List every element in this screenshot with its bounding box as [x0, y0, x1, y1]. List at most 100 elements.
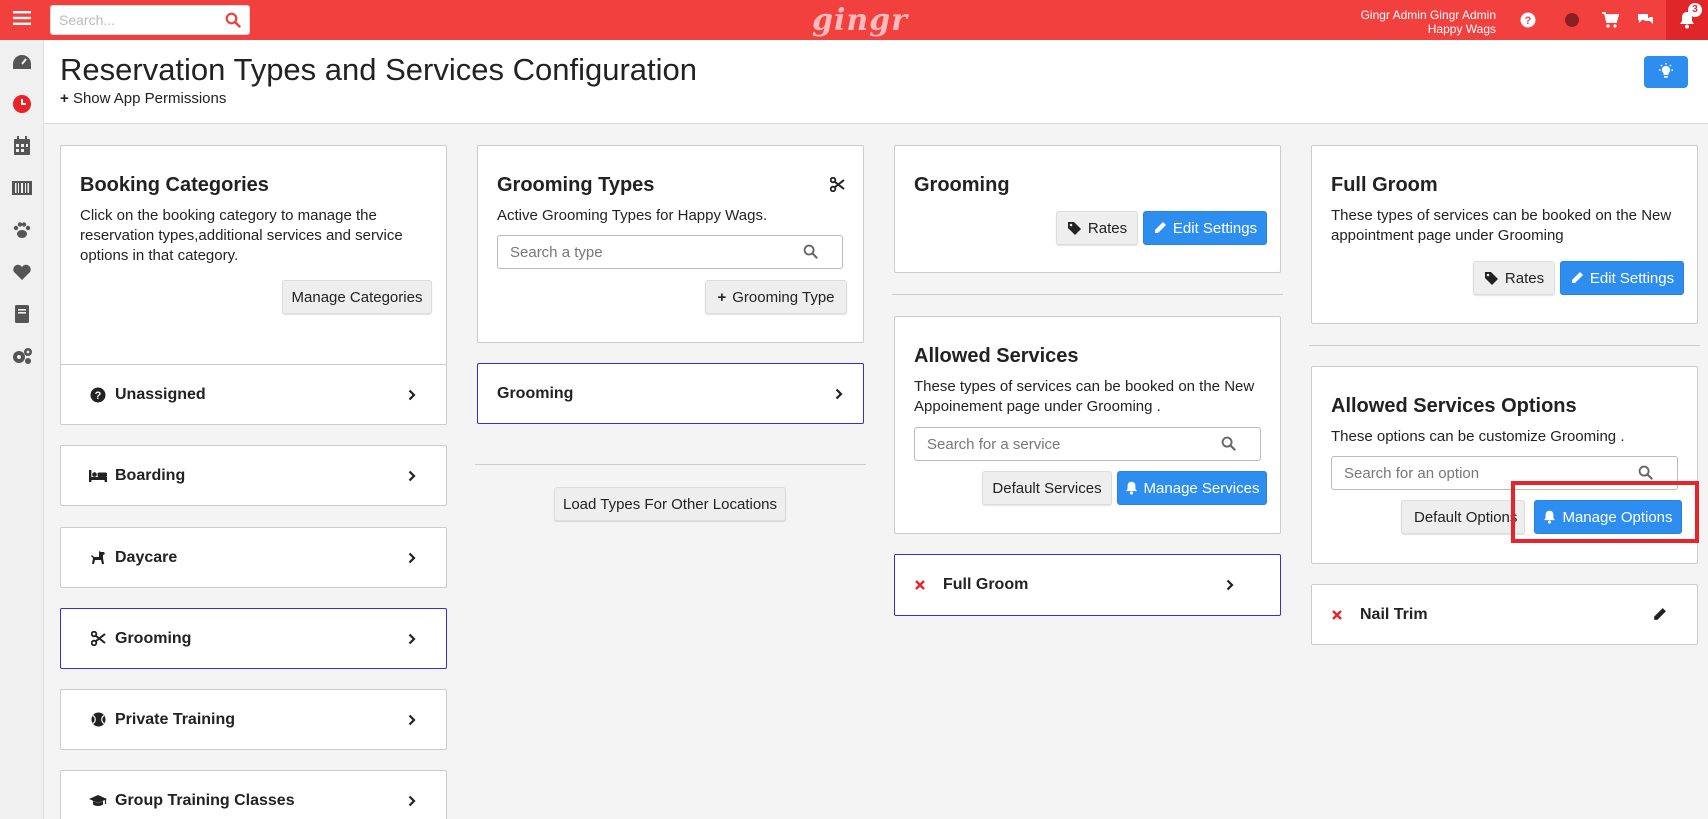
booking-categories-title: Booking Categories	[80, 174, 269, 196]
category-label: Unassigned	[115, 385, 206, 403]
paw-icon[interactable]	[10, 218, 34, 242]
clock-icon[interactable]	[10, 92, 34, 116]
show-app-permissions-link[interactable]: + Show App Permissions	[60, 90, 226, 107]
manage-categories-button[interactable]: Manage Categories	[282, 280, 432, 314]
add-grooming-type-button[interactable]: + Grooming Type	[705, 280, 847, 314]
grooming-settings-card: Grooming Rates Edit Settings	[894, 145, 1281, 273]
lightbulb-icon	[1659, 63, 1673, 78]
search-icon[interactable]	[803, 244, 818, 264]
chevron-right-icon	[406, 551, 418, 565]
category-item-grooming[interactable]: Grooming	[60, 608, 447, 669]
full-groom-edit-settings-button[interactable]: Edit Settings	[1560, 261, 1684, 295]
question-circle-icon: ?	[89, 386, 107, 404]
add-grooming-type-label: Grooming Type	[732, 288, 835, 306]
booking-categories-card: Booking Categories Click on the booking …	[60, 145, 447, 374]
full-groom-title: Full Groom	[1331, 174, 1438, 196]
graduation-cap-icon	[89, 792, 107, 810]
chevron-right-icon	[406, 632, 418, 646]
book-icon[interactable]	[10, 302, 34, 326]
category-item-group-training-classes[interactable]: Group Training Classes	[60, 770, 447, 819]
category-item-boarding[interactable]: Boarding	[60, 445, 447, 506]
pencil-icon	[1154, 222, 1166, 233]
divider	[1309, 345, 1700, 346]
grooming-type-item[interactable]: Grooming	[477, 363, 864, 424]
notifications-button[interactable]: 3	[1666, 0, 1708, 40]
grooming-edit-settings-button[interactable]: Edit Settings	[1143, 211, 1267, 245]
show-app-permissions-label: Show App Permissions	[72, 90, 227, 107]
default-services-button[interactable]: Default Services	[982, 471, 1112, 505]
remove-icon[interactable]	[911, 576, 929, 594]
allowed-option-label: Nail Trim	[1360, 605, 1428, 623]
full-groom-card: Full Groom These types of services can b…	[1311, 145, 1698, 324]
svg-text:?: ?	[95, 390, 102, 402]
chevron-right-icon	[833, 387, 845, 401]
grooming-rates-button[interactable]: Rates	[1056, 211, 1138, 245]
category-label: Private Training	[115, 710, 236, 728]
edit-settings-label: Edit Settings	[1172, 219, 1258, 237]
scissors-icon	[829, 176, 845, 197]
tag-icon	[1484, 271, 1498, 285]
menu-icon[interactable]	[12, 10, 32, 30]
top-bar: gingr Gingr Admin Gingr Admin Happy Wags…	[0, 0, 1708, 40]
chevron-right-icon	[1224, 578, 1236, 592]
allowed-services-description: These types of services can be booked on…	[914, 378, 1255, 415]
help-icon[interactable]: ?	[1518, 10, 1538, 30]
category-item-private-training[interactable]: Private Training	[60, 689, 447, 750]
allowed-option-item[interactable]: Nail Trim	[1311, 584, 1698, 645]
allowed-services-title: Allowed Services	[914, 345, 1079, 367]
status-dot-icon[interactable]	[1562, 10, 1582, 30]
cart-icon[interactable]	[1600, 10, 1620, 30]
type-search-input[interactable]	[498, 236, 791, 268]
edit-settings-label: Edit Settings	[1589, 269, 1675, 287]
calendar-icon[interactable]	[10, 134, 34, 158]
dashboard-icon[interactable]	[10, 50, 34, 74]
allowed-options-title: Allowed Services Options	[1331, 395, 1577, 417]
category-label: Group Training Classes	[115, 791, 295, 809]
barcode-icon[interactable]	[10, 176, 34, 200]
grooming-types-title: Grooming Types	[497, 174, 655, 196]
grooming-types-description: Active Grooming Types for Happy Wags.	[497, 207, 768, 224]
highlight-box	[1511, 481, 1699, 543]
bell-icon	[1125, 481, 1137, 495]
remove-icon[interactable]	[1328, 606, 1346, 624]
search-icon[interactable]	[225, 12, 241, 33]
settings-gears-icon[interactable]	[10, 344, 34, 368]
allowed-service-label: Full Groom	[943, 576, 1029, 593]
grooming-settings-title: Grooming	[914, 174, 1010, 196]
page-header: Reservation Types and Services Configura…	[44, 40, 1708, 124]
allowed-services-card: Allowed Services These types of services…	[894, 316, 1281, 534]
chevron-right-icon	[406, 713, 418, 727]
page-title: Reservation Types and Services Configura…	[60, 52, 697, 87]
tips-button[interactable]	[1644, 56, 1688, 88]
dog-icon	[89, 549, 107, 567]
chevron-right-icon	[406, 388, 418, 402]
search-icon[interactable]	[1221, 436, 1236, 456]
gingr-logo[interactable]: gingr	[812, 3, 908, 38]
category-item-daycare[interactable]: Daycare	[60, 527, 447, 588]
scissors-icon	[89, 630, 107, 648]
pencil-icon[interactable]	[1651, 608, 1667, 622]
tag-icon	[1067, 221, 1081, 235]
user-info[interactable]: Gingr Admin Gingr Admin Happy Wags	[1361, 8, 1496, 36]
grooming-type-label: Grooming	[497, 384, 574, 402]
category-label: Daycare	[115, 548, 178, 566]
allowed-options-description: These options can be customize Grooming …	[1331, 428, 1625, 445]
manage-services-button[interactable]: Manage Services	[1117, 471, 1267, 505]
chevron-right-icon	[406, 469, 418, 483]
pencil-icon	[1571, 272, 1583, 283]
chat-icon[interactable]	[1636, 10, 1656, 30]
load-other-locations-button[interactable]: Load Types For Other Locations	[554, 487, 786, 521]
default-options-button[interactable]: Default Options	[1401, 500, 1525, 534]
full-groom-rates-button[interactable]: Rates	[1473, 261, 1555, 295]
heart-icon[interactable]	[10, 260, 34, 284]
chevron-right-icon	[406, 794, 418, 808]
notification-badge: 3	[1688, 3, 1702, 17]
global-search-input[interactable]	[51, 6, 211, 34]
category-item-unassigned[interactable]: ? Unassigned	[60, 364, 447, 425]
service-search-input[interactable]	[915, 428, 1209, 460]
booking-categories-description: Click on the booking category to manage …	[80, 207, 403, 264]
full-groom-description: These types of services can be booked on…	[1331, 207, 1672, 244]
allowed-service-item[interactable]: Full Groom	[894, 554, 1281, 616]
bed-icon	[89, 467, 107, 485]
sidebar	[0, 40, 44, 819]
